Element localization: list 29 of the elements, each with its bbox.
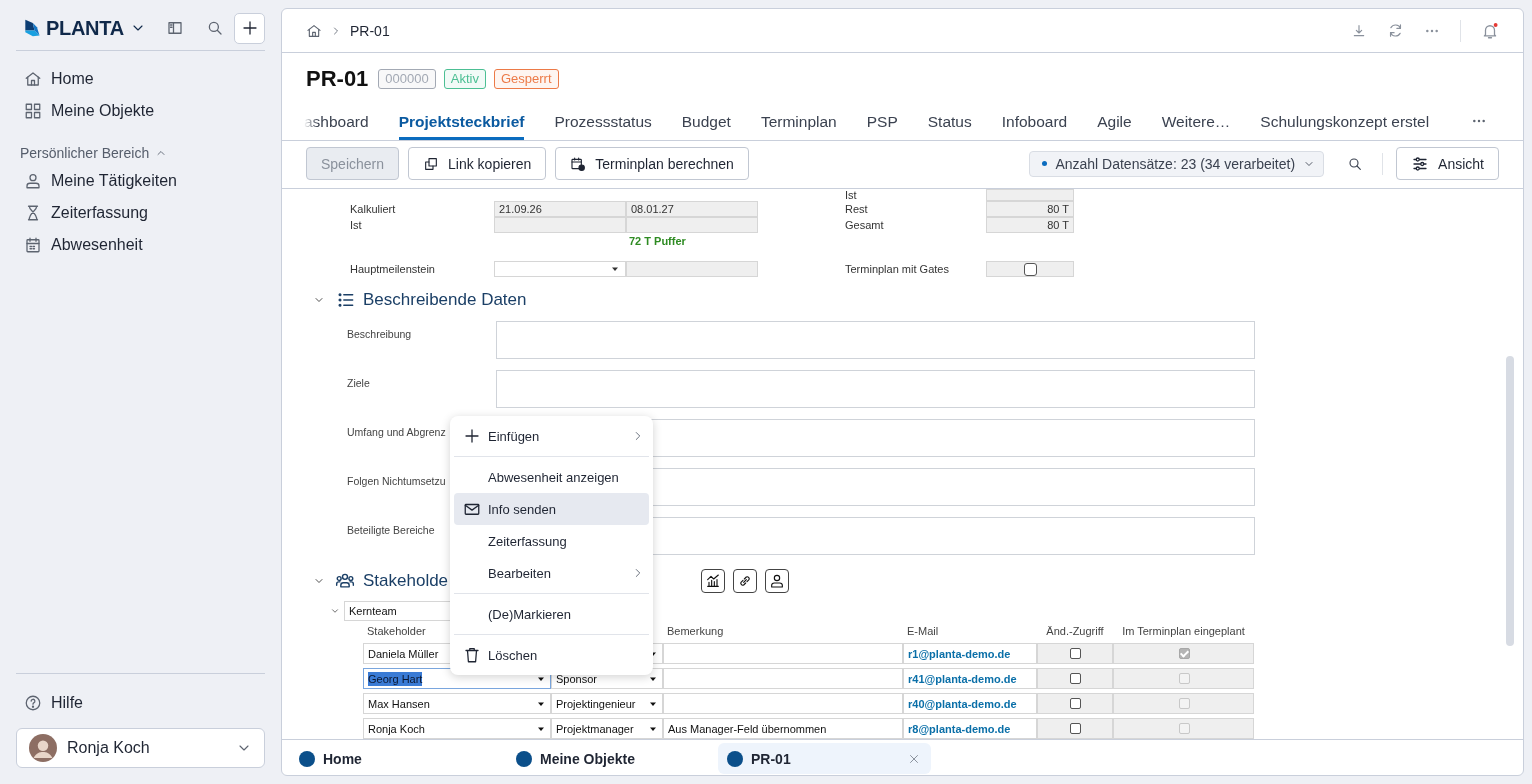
field-label: Beschreibung bbox=[347, 328, 412, 340]
status-badge: 000000 bbox=[378, 69, 436, 89]
read-only-field: 08.01.27 bbox=[626, 201, 758, 217]
column-header: Bemerkung bbox=[666, 625, 725, 639]
field-label: Ist bbox=[350, 219, 363, 231]
field-label: Hauptmeilenstein bbox=[350, 263, 436, 275]
column-header: Im Terminplan eingeplant bbox=[1121, 625, 1246, 639]
field-label: Ist bbox=[845, 189, 858, 201]
field-label: Rest bbox=[845, 203, 869, 215]
field-label: Terminplan mit Gates bbox=[845, 263, 950, 275]
column-header: E-Mail bbox=[906, 625, 940, 639]
object-title: PR-01 bbox=[306, 66, 369, 92]
buffer-text: 72 T Puffer bbox=[628, 235, 687, 247]
field-label: Ziele bbox=[347, 377, 370, 389]
read-only-field: 80 T bbox=[986, 201, 1074, 217]
field-label: Folgen Nichtumsetzu bbox=[347, 475, 446, 487]
field-label: Beteiligte Bereiche bbox=[347, 524, 435, 536]
read-only-field: 21.09.26 bbox=[494, 201, 626, 217]
section-title: Beschreibende Daten bbox=[363, 290, 527, 310]
read-only-field: 80 T bbox=[986, 217, 1074, 233]
column-header: Stakeholder bbox=[366, 625, 427, 639]
field-label: Gesamt bbox=[845, 219, 885, 231]
status-badge: Gesperrt bbox=[493, 69, 559, 89]
field-label: Kalkuliert bbox=[350, 203, 397, 215]
column-header: Änd.-Zugriff bbox=[1045, 625, 1105, 639]
status-badge: Aktiv bbox=[443, 69, 486, 89]
field-label: Umfang und Abgrenz bbox=[347, 426, 446, 438]
brand-name: PLANTA bbox=[46, 16, 124, 40]
section-title: Stakeholde bbox=[363, 571, 449, 591]
